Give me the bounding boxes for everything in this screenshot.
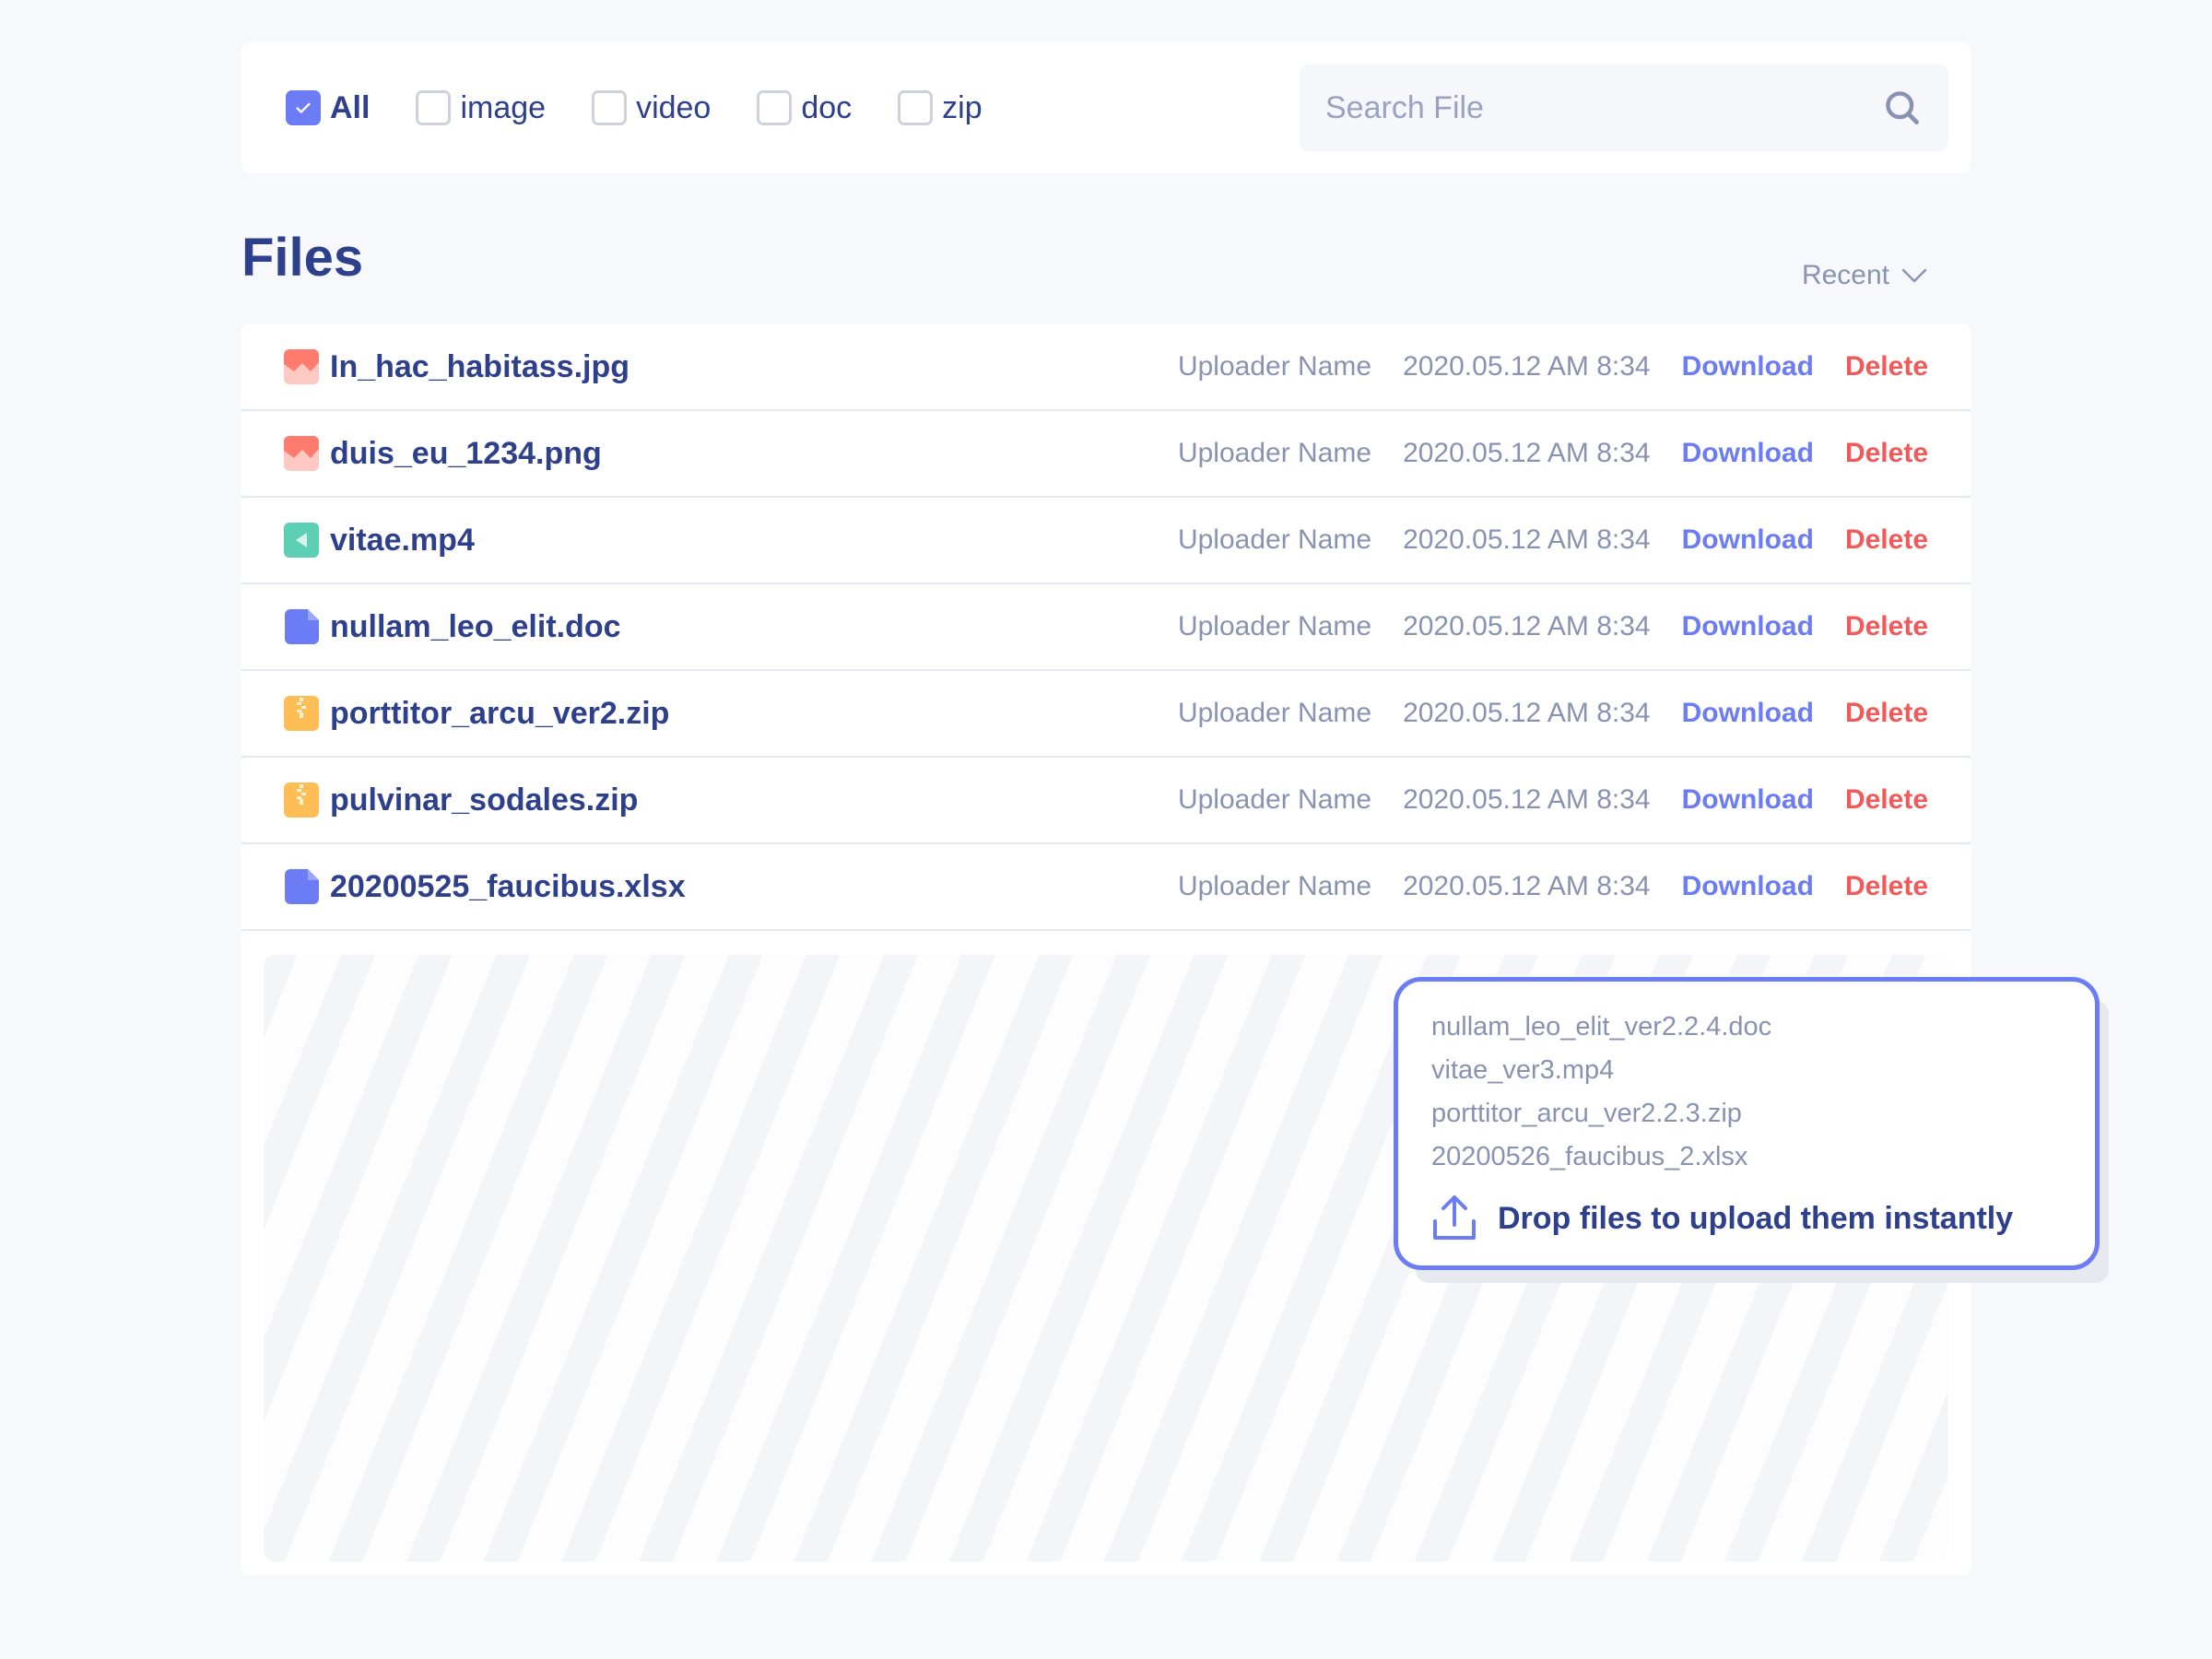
upload-date: 2020.05.12 AM 8:34 <box>1403 698 1651 728</box>
download-button[interactable]: Download <box>1682 784 1814 816</box>
page-title: Files <box>241 228 364 288</box>
uploader-name: Uploader Name <box>1177 784 1372 815</box>
pending-file: porttitor_arcu_ver2.2.3.zip <box>1431 1099 1742 1128</box>
file-name[interactable]: nullam_leo_elit.doc <box>330 609 1178 645</box>
delete-button[interactable]: Delete <box>1845 524 1928 556</box>
video-file-icon <box>284 523 319 558</box>
file-row[interactable]: pulvinar_sodales.zip Uploader Name 2020.05… <box>241 758 1971 844</box>
download-button[interactable]: Download <box>1682 698 1814 729</box>
file-name[interactable]: vitae.mp4 <box>330 523 1178 559</box>
download-button[interactable]: Download <box>1682 438 1814 469</box>
document-file-icon <box>284 869 319 904</box>
delete-button[interactable]: Delete <box>1845 784 1928 816</box>
pending-file: 20200526_faucibus_2.xlsx <box>1431 1142 1748 1171</box>
upload-date: 2020.05.12 AM 8:34 <box>1403 524 1651 555</box>
drop-card: nullam_leo_elit_ver2.2.4.doc vitae_ver3.… <box>1394 977 2100 1270</box>
image-file-icon <box>284 349 319 384</box>
drop-text: Drop files to upload them instantly <box>1498 1200 2014 1236</box>
file-row[interactable]: nullam_leo_elit.doc Uploader Name 2020.05.… <box>241 584 1971 671</box>
pending-file: vitae_ver3.mp4 <box>1431 1055 1615 1085</box>
search-box <box>1300 65 1948 151</box>
upload-date: 2020.05.12 AM 8:34 <box>1403 611 1651 641</box>
check-icon <box>296 102 311 113</box>
sort-label: Recent <box>1801 260 1889 290</box>
filter-label: doc <box>801 89 853 125</box>
checkbox-doc[interactable] <box>757 90 793 125</box>
file-name[interactable]: 20200525_faucibus.xlsx <box>330 869 1178 905</box>
upload-date: 2020.05.12 AM 8:34 <box>1403 871 1651 901</box>
filter-video[interactable]: video <box>592 90 711 126</box>
file-name[interactable]: duis_eu_1234.png <box>330 436 1178 472</box>
file-name[interactable]: porttitor_arcu_ver2.zip <box>330 696 1178 732</box>
delete-button[interactable]: Delete <box>1845 871 1928 902</box>
upload-date: 2020.05.12 AM 8:34 <box>1403 351 1651 382</box>
uploader-name: Uploader Name <box>1177 871 1372 901</box>
filter-label: video <box>636 89 712 125</box>
uploader-name: Uploader Name <box>1177 611 1372 641</box>
pending-file-list: nullam_leo_elit_ver2.2.4.doc vitae_ver3.… <box>1431 1006 2062 1179</box>
download-button[interactable]: Download <box>1682 611 1814 642</box>
file-name[interactable]: In_hac_habitass.jpg <box>330 349 1178 385</box>
filter-zip[interactable]: zip <box>898 90 982 126</box>
uploader-name: Uploader Name <box>1177 438 1372 468</box>
filter-label: All <box>330 89 371 125</box>
drop-message: Drop files to upload them instantly <box>1431 1194 2062 1243</box>
checkbox-image[interactable] <box>416 90 452 125</box>
search-icon[interactable] <box>1882 88 1923 128</box>
search-input[interactable] <box>1325 89 1882 126</box>
file-row[interactable]: In_hac_habitass.jpg Uploader Name 2020.05.… <box>241 324 1971 411</box>
filter-image[interactable]: image <box>416 90 546 126</box>
uploader-name: Uploader Name <box>1177 351 1372 382</box>
uploader-name: Uploader Name <box>1177 698 1372 728</box>
file-row[interactable]: 20200525_faucibus.xlsx Uploader Name 2020.… <box>241 844 1971 931</box>
filter-doc[interactable]: doc <box>757 90 852 126</box>
zip-file-icon <box>284 782 319 818</box>
delete-button[interactable]: Delete <box>1845 438 1928 469</box>
filter-bar: All image video doc zip <box>241 42 1971 173</box>
upload-icon <box>1433 1195 1476 1240</box>
image-file-icon <box>284 436 319 471</box>
sort-dropdown[interactable]: Recent <box>1802 260 1928 291</box>
filter-label: zip <box>942 89 982 125</box>
filter-label: image <box>460 89 547 125</box>
download-button[interactable]: Download <box>1682 524 1814 556</box>
download-button[interactable]: Download <box>1682 871 1814 902</box>
download-button[interactable]: Download <box>1682 351 1814 382</box>
checkbox-zip[interactable] <box>898 90 934 125</box>
file-name[interactable]: pulvinar_sodales.zip <box>330 782 1178 818</box>
document-file-icon <box>284 609 319 644</box>
file-row[interactable]: duis_eu_1234.png Uploader Name 2020.05.12 … <box>241 411 1971 498</box>
file-list: In_hac_habitass.jpg Uploader Name 2020.05.… <box>241 324 1971 1576</box>
checkbox-video[interactable] <box>592 90 628 125</box>
zip-file-icon <box>284 696 319 731</box>
chevron-down-icon <box>1901 268 1927 283</box>
pending-file: nullam_leo_elit_ver2.2.4.doc <box>1431 1012 1772 1041</box>
file-row[interactable]: vitae.mp4 Uploader Name 2020.05.12 AM 8:34… <box>241 498 1971 584</box>
checkbox-all[interactable] <box>286 90 321 125</box>
upload-date: 2020.05.12 AM 8:34 <box>1403 438 1651 468</box>
filter-all[interactable]: All <box>286 90 370 126</box>
upload-date: 2020.05.12 AM 8:34 <box>1403 784 1651 815</box>
delete-button[interactable]: Delete <box>1845 351 1928 382</box>
delete-button[interactable]: Delete <box>1845 611 1928 642</box>
file-row[interactable]: porttitor_arcu_ver2.zip Uploader Name 2020… <box>241 671 1971 758</box>
uploader-name: Uploader Name <box>1177 524 1372 555</box>
delete-button[interactable]: Delete <box>1845 698 1928 729</box>
